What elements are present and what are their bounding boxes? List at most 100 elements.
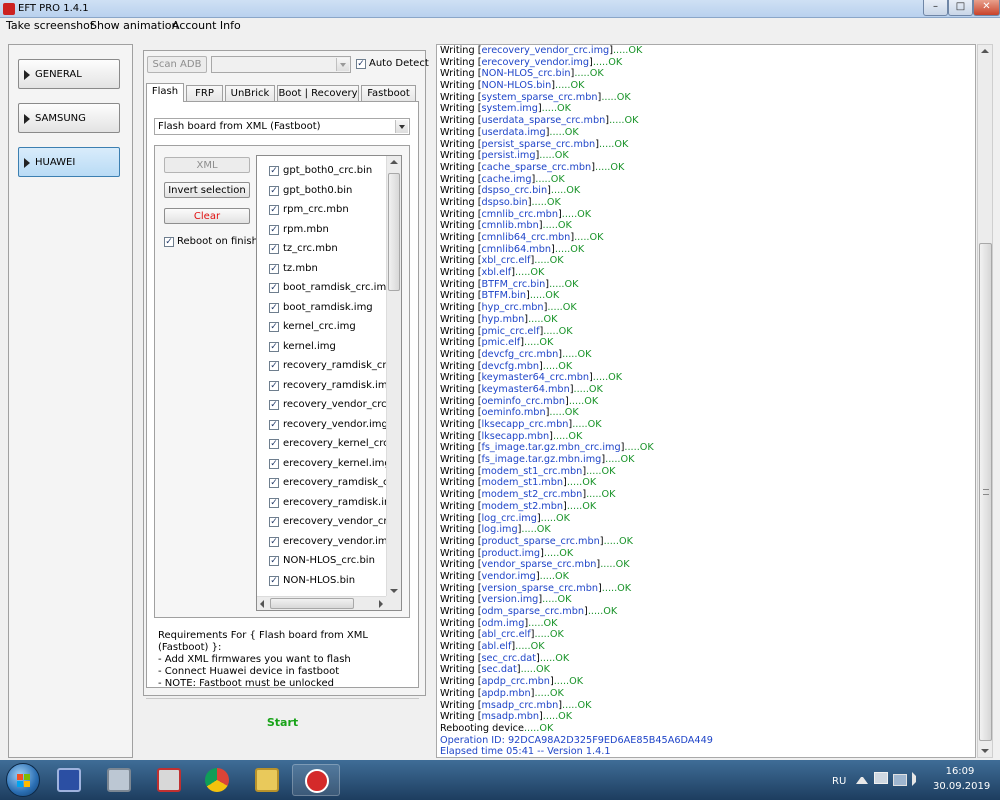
log-line: Writing [BTFM_crc.bin].....OK bbox=[440, 278, 579, 290]
taskbar-save-app[interactable] bbox=[45, 764, 93, 796]
chrome-icon bbox=[205, 768, 229, 792]
tab-fastboot[interactable]: Fastboot bbox=[361, 85, 416, 101]
partition-item[interactable]: ✓ rpm.mbn bbox=[269, 221, 387, 240]
log-scrollbar[interactable] bbox=[977, 44, 993, 758]
partition-checkbox[interactable]: ✓ bbox=[269, 575, 279, 586]
log-line: Writing [odm_sparse_crc.mbn].....OK bbox=[440, 606, 618, 617]
tab-flash[interactable]: Flash bbox=[146, 83, 184, 102]
auto-detect-label: Auto Detect bbox=[369, 58, 429, 69]
xml-button[interactable]: XML bbox=[164, 157, 250, 173]
partition-checkbox[interactable]: ✓ bbox=[269, 302, 279, 313]
list-horizontal-scrollbar[interactable] bbox=[257, 596, 387, 610]
partition-checkbox[interactable]: ✓ bbox=[269, 419, 279, 430]
partition-checkbox[interactable]: ✓ bbox=[269, 517, 279, 527]
partition-checkbox[interactable]: ✓ bbox=[269, 263, 279, 274]
clock-date[interactable]: 30.09.2019 bbox=[933, 781, 990, 800]
partition-item[interactable]: ✓ kernel_crc.img bbox=[269, 318, 387, 337]
partition-checkbox[interactable]: ✓ bbox=[269, 361, 279, 371]
scroll-thumb[interactable] bbox=[270, 598, 354, 609]
scroll-thumb[interactable] bbox=[388, 173, 400, 291]
partition-item[interactable]: ✓ rpm_crc.mbn bbox=[269, 201, 387, 220]
partition-item[interactable]: ✓ erecovery_kernel.img bbox=[269, 455, 387, 474]
partition-item[interactable]: ✓ boot_ramdisk_crc.img bbox=[269, 279, 387, 298]
volume-icon[interactable] bbox=[912, 772, 924, 786]
partition-checkbox[interactable]: ✓ bbox=[269, 556, 279, 566]
partition-checkbox[interactable]: ✓ bbox=[269, 439, 279, 449]
tab-frp[interactable]: FRP bbox=[186, 85, 223, 101]
partition-item[interactable]: ✓ tz_crc.mbn bbox=[269, 240, 387, 259]
partition-item[interactable]: ✓ gpt_both0_crc.bin bbox=[269, 162, 387, 181]
partition-item[interactable]: ✓ recovery_vendor.img bbox=[269, 416, 387, 435]
adb-device-select[interactable] bbox=[211, 56, 351, 73]
action-center-icon[interactable] bbox=[874, 772, 888, 784]
maximize-button[interactable]: □ bbox=[948, 0, 973, 16]
partition-name: rpm.mbn bbox=[283, 223, 329, 235]
partition-item[interactable]: ✓ erecovery_ramdisk_crc.img bbox=[269, 474, 387, 493]
partition-item[interactable]: ✓ NON-HLOS.bin bbox=[269, 572, 387, 591]
log-line: Writing [xbl_crc.elf].....OK bbox=[440, 255, 564, 267]
partition-list[interactable]: ✓ gpt_both0_crc.bin ✓ gpt_both0.bin ✓ rpm_crc… bbox=[256, 155, 402, 611]
partition-item[interactable]: ✓ recovery_vendor_crc.img bbox=[269, 396, 387, 415]
network-icon[interactable] bbox=[893, 774, 907, 786]
clear-button[interactable]: Clear bbox=[164, 208, 250, 224]
invert-selection-button[interactable]: Invert selection bbox=[164, 182, 250, 198]
partition-checkbox[interactable]: ✓ bbox=[269, 458, 279, 469]
log-line: Writing [oeminfo_crc.mbn].....OK bbox=[440, 395, 599, 407]
auto-detect-checkbox[interactable]: ✓ bbox=[356, 59, 366, 69]
partition-item[interactable]: ✓ gpt_both0.bin bbox=[269, 182, 387, 201]
partition-item[interactable]: ✓ kernel.img bbox=[269, 338, 387, 357]
menu-take-screenshot[interactable]: Take screenshot bbox=[6, 19, 94, 32]
taskbar-explorer[interactable] bbox=[243, 764, 291, 796]
tray-expand-icon[interactable] bbox=[856, 774, 868, 784]
taskbar-tool-app[interactable] bbox=[95, 764, 143, 796]
menu-show-animation[interactable]: Show animation bbox=[90, 19, 178, 32]
log-line: Writing [persist.img].....OK bbox=[440, 150, 569, 162]
reboot-on-finish-checkbox[interactable]: ✓ bbox=[164, 237, 174, 247]
partition-checkbox[interactable]: ✓ bbox=[269, 478, 279, 488]
partition-checkbox[interactable]: ✓ bbox=[269, 380, 279, 391]
taskbar-tools-app[interactable] bbox=[145, 764, 193, 796]
partition-checkbox[interactable]: ✓ bbox=[269, 341, 279, 352]
nav-huawei-button[interactable]: HUAWEI bbox=[18, 147, 120, 177]
log-line: Writing [erecovery_vendor_crc.img].....O… bbox=[440, 45, 643, 56]
minimize-button[interactable]: – bbox=[923, 0, 948, 16]
menu-account-info[interactable]: Account Info bbox=[172, 19, 241, 32]
start-button[interactable]: Start bbox=[146, 716, 419, 729]
partition-checkbox[interactable]: ✓ bbox=[269, 400, 279, 410]
partition-checkbox[interactable]: ✓ bbox=[269, 322, 279, 332]
partition-checkbox[interactable]: ✓ bbox=[269, 244, 279, 254]
partition-item[interactable]: ✓ erecovery_vendor.img bbox=[269, 533, 387, 552]
windows-logo-icon bbox=[17, 774, 31, 788]
partition-checkbox[interactable]: ✓ bbox=[269, 497, 279, 508]
tab-boot-recovery[interactable]: Boot | Recovery bbox=[277, 85, 359, 101]
language-indicator[interactable]: RU bbox=[832, 776, 846, 800]
partition-checkbox[interactable]: ✓ bbox=[269, 205, 279, 215]
partition-item[interactable]: ✓ recovery_ramdisk_crc.img bbox=[269, 357, 387, 376]
partition-checkbox[interactable]: ✓ bbox=[269, 166, 279, 176]
close-button[interactable]: ✕ bbox=[973, 0, 1000, 16]
partition-item[interactable]: ✓ tz.mbn bbox=[269, 260, 387, 279]
nav-general-button[interactable]: GENERAL bbox=[18, 59, 120, 89]
log-line: Writing [log.img].....OK bbox=[440, 524, 551, 536]
partition-checkbox[interactable]: ✓ bbox=[269, 536, 279, 547]
list-vertical-scrollbar[interactable] bbox=[386, 156, 401, 597]
scan-adb-button[interactable]: Scan ADB bbox=[147, 56, 207, 73]
flash-mode-select[interactable]: Flash board from XML (Fastboot) bbox=[154, 118, 410, 135]
partition-item[interactable]: ✓ erecovery_ramdisk.img bbox=[269, 494, 387, 513]
partition-checkbox[interactable]: ✓ bbox=[269, 224, 279, 235]
partition-item[interactable]: ✓ NON-HLOS_crc.bin bbox=[269, 552, 387, 571]
partition-item[interactable]: ✓ erecovery_vendor_crc.img bbox=[269, 513, 387, 532]
partition-item[interactable]: ✓ recovery_ramdisk.img bbox=[269, 377, 387, 396]
nav-samsung-button[interactable]: SAMSUNG bbox=[18, 103, 120, 133]
partition-item[interactable]: ✓ erecovery_kernel_crc.img bbox=[269, 435, 387, 454]
log-line: Writing [vendor.img].....OK bbox=[440, 570, 569, 582]
partition-item[interactable]: ✓ boot_ramdisk.img bbox=[269, 299, 387, 318]
tab-unbrick[interactable]: UnBrick bbox=[225, 85, 275, 101]
window-title: EFT PRO 1.4.1 bbox=[18, 3, 89, 14]
taskbar-chrome[interactable] bbox=[193, 764, 241, 796]
scroll-thumb[interactable] bbox=[979, 243, 992, 741]
partition-checkbox[interactable]: ✓ bbox=[269, 283, 279, 293]
taskbar-eft-pro[interactable] bbox=[292, 764, 340, 796]
partition-checkbox[interactable]: ✓ bbox=[269, 185, 279, 196]
start-button-orb[interactable] bbox=[6, 763, 40, 797]
